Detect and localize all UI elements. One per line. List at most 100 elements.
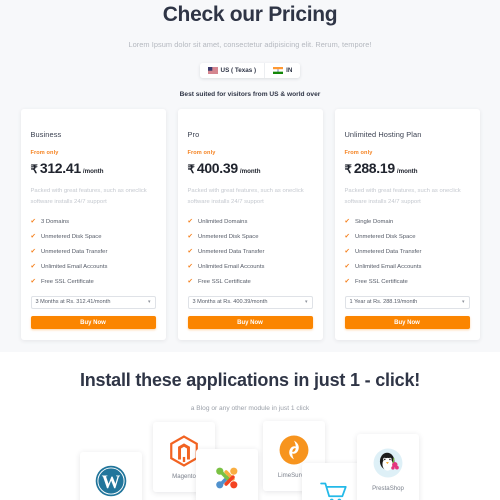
list-item: ✔ Unlimited Domains [188,218,313,226]
joomla-icon [216,467,238,489]
check-icon: ✔ [30,262,36,270]
check-icon: ✔ [344,247,350,255]
chevron-down-icon: ▾ [304,299,308,306]
price-period: /month [82,168,104,175]
app-tile-opencart[interactable]: Opencart [302,463,364,500]
list-item: ✔ Free SSL Certificate [30,277,156,286]
list-item: ✔ Unlimited Email Accounts [345,263,470,271]
region-toggle-row: US ( Texas ) IN [0,63,500,78]
feature-label: Unmetered Data Transfer [354,249,422,256]
pricing-card-pro: Pro From only ₹ 400.39 /month Packed wit… [177,109,323,341]
check-icon: ✔ [187,232,193,240]
check-icon: ✔ [187,247,193,255]
feature-label: Single Domain [354,219,394,226]
check-icon: ✔ [30,217,36,225]
list-item: ✔ Free SSL Certificate [344,277,470,286]
apps-section: Install these applications in just 1 - c… [0,352,500,500]
term-select-value: 3 Months at Rs. 400.39/month [192,299,268,306]
price-line: ₹ 288.19 /month [345,160,470,176]
pricing-page: Check our Pricing Lorem Ipsum dolor sit … [0,0,500,500]
region-toggle-in[interactable]: IN [264,63,301,78]
feature-list: ✔ 3 Domains ✔ Unmetered Disk Space ✔ Unmete… [30,217,156,294]
price-value: 288.19 [353,160,395,176]
feature-label: Free SSL Certificate [40,279,94,286]
currency-symbol: ₹ [30,164,38,176]
buy-now-button[interactable]: Buy Now [344,315,470,330]
opencart-icon [320,482,347,500]
feature-label: 3 Domains [40,219,70,226]
check-icon: ✔ [30,232,36,240]
list-item: ✔ Unmetered Data Transfer [30,247,156,256]
list-item: ✔ Unmetered Disk Space [344,232,470,241]
from-only-label: From only [344,150,373,156]
prestashop-icon [373,448,403,478]
pricing-card-unlimited: Unlimited Hosting Plan From only ₹ 288.1… [334,109,480,341]
check-icon: ✔ [30,277,36,285]
region-toggle-group[interactable]: US ( Texas ) IN [199,63,301,78]
page-subtitle: Lorem Ipsum dolor sit amet, consectetur … [128,40,372,49]
list-item: ✔ Unmetered Data Transfer [187,247,313,256]
in-flag-icon [273,67,284,74]
buy-now-button[interactable]: Buy Now [30,315,156,330]
app-label: PrestaShop [372,485,404,493]
check-icon: ✔ [344,217,350,225]
check-icon: ✔ [344,277,350,285]
check-icon: ✔ [344,232,350,240]
pricing-card-business: Business From only ₹ 312.41 /month Packe… [20,109,166,341]
check-icon: ✔ [30,247,36,255]
feature-label: Unmetered Data Transfer [197,249,265,256]
feature-label: Unlimited Email Accounts [197,264,265,271]
price-value: 312.41 [39,160,81,176]
list-item: ✔ Single Domain [344,217,470,226]
price-period: /month [396,168,418,175]
feature-label: Free SSL Certificate [197,279,251,286]
feature-label: Unmetered Disk Space [197,234,259,241]
list-item: ✔ Free SSL Certificate [188,278,313,286]
feature-label: Unmetered Disk Space [40,234,102,241]
app-tile-prestashop[interactable]: PrestaShop [357,434,419,500]
term-select[interactable]: 3 Months at Rs. 312.41/month ▾ [30,295,156,309]
from-only-label: From only [30,150,59,156]
pricing-section: Check our Pricing Lorem Ipsum dolor sit … [0,0,500,341]
price-value: 400.39 [196,160,238,176]
region-toggle-us-label: US ( Texas ) [220,67,257,74]
list-item: ✔ Unlimited Email Accounts [187,262,313,271]
apps-row: W Wordpress Magento [0,421,500,500]
term-select-value: 3 Months at Rs. 312.41/month [35,299,111,306]
price-period: /month [239,168,261,175]
feature-label: Unlimited Email Accounts [40,264,108,271]
term-select-value: 1 Year at Rs. 288.19/month [349,299,418,306]
page-title: Check our Pricing [162,3,338,26]
plan-name: Pro [187,130,200,139]
best-suited-note: Best suited for visitors from US & world… [179,91,321,98]
feature-label: Unmetered Data Transfer [40,249,108,256]
currency-symbol: ₹ [344,164,352,176]
apps-title: Install these applications in just 1 - c… [79,370,421,391]
limesurvey-icon [279,435,309,465]
term-select[interactable]: 1 Year at Rs. 288.19/month ▾ [344,295,470,309]
plan-name: Unlimited Hosting Plan [344,130,422,139]
chevron-down-icon: ▾ [461,299,465,306]
chevron-down-icon: ▾ [147,299,151,306]
check-icon: ✔ [187,262,193,270]
list-item: ✔ Unmetered Disk Space [187,232,313,241]
app-label: Magento [172,473,196,481]
buy-now-button[interactable]: Buy Now [187,315,313,330]
feature-label: Free SSL Certificate [354,279,408,286]
app-tile-joomla[interactable]: Joomla [196,449,258,500]
term-select[interactable]: 3 Months at Rs. 400.39/month ▾ [187,295,313,309]
plan-name: Business [30,130,62,139]
plan-description: Packed with great features, such as onec… [187,188,304,205]
us-flag-icon [207,67,218,74]
feature-label: Unlimited Domains [197,219,248,226]
svg-text:W: W [102,473,121,494]
pricing-cards-row: Business From only ₹ 312.41 /month Packe… [0,109,500,341]
region-toggle-us[interactable]: US ( Texas ) [199,63,265,78]
from-only-label: From only [187,150,216,156]
list-item: ✔ Unlimited Email Accounts [30,262,156,271]
plan-description: Packed with great features, such as onec… [344,188,461,205]
plan-description: Packed with great features, such as onec… [30,188,147,205]
feature-label: Unmetered Disk Space [354,234,416,241]
list-item: ✔ Unmetered Disk Space [30,232,156,241]
app-tile-wordpress[interactable]: W Wordpress [80,452,142,500]
